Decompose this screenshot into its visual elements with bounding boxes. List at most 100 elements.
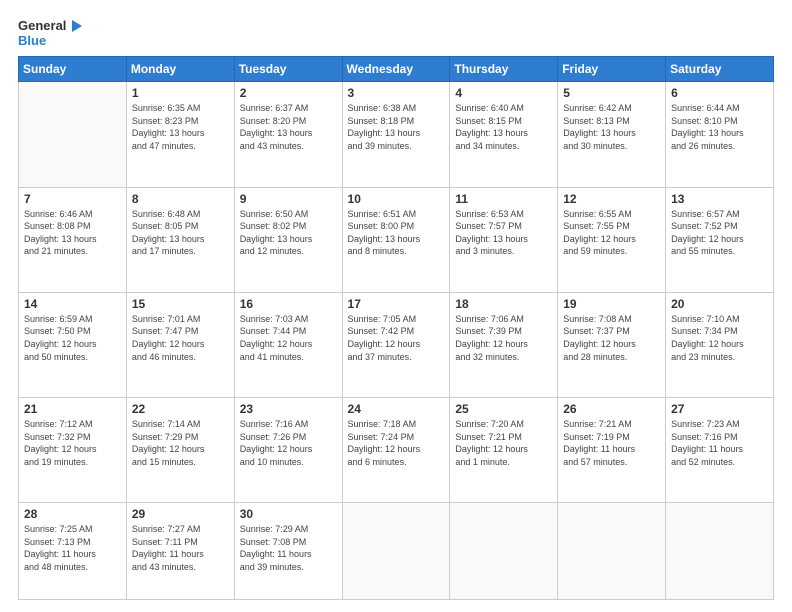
day-info: Sunrise: 6:35 AM Sunset: 8:23 PM Dayligh… (132, 102, 229, 152)
calendar-cell: 21 Sunrise: 7:12 AM Sunset: 7:32 PM Dayli… (19, 398, 127, 503)
day-number: 28 (24, 507, 121, 521)
day-info: Sunrise: 7:18 AM Sunset: 7:24 PM Dayligh… (348, 418, 445, 468)
weekday-header: Monday (126, 57, 234, 82)
logo-triangle-icon (68, 18, 84, 34)
calendar-cell: 18 Sunrise: 7:06 AM Sunset: 7:39 PM Dayli… (450, 292, 558, 397)
day-info: Sunrise: 7:25 AM Sunset: 7:13 PM Dayligh… (24, 523, 121, 573)
day-number: 14 (24, 297, 121, 311)
header: General Blue (18, 18, 774, 48)
day-number: 21 (24, 402, 121, 416)
calendar-cell: 16Sunrise: 7:03 AM Sunset: 7:44 PM Dayli… (234, 292, 342, 397)
calendar-cell: 9Sunrise: 6:50 AM Sunset: 8:02 PM Daylig… (234, 187, 342, 292)
calendar-cell: 12Sunrise: 6:55 AM Sunset: 7:55 PM Dayli… (558, 187, 666, 292)
day-info: Sunrise: 7:21 AM Sunset: 7:19 PM Dayligh… (563, 418, 660, 468)
day-number: 30 (240, 507, 337, 521)
calendar-cell: 27 Sunrise: 7:23 AM Sunset: 7:16 PM Dayli… (666, 398, 774, 503)
calendar-cell: 10 Sunrise: 6:51 AM Sunset: 8:00 PM Dayli… (342, 187, 450, 292)
logo: General Blue (18, 18, 84, 48)
calendar-cell (342, 503, 450, 600)
calendar-cell: 19 Sunrise: 7:08 AM Sunset: 7:37 PM Dayli… (558, 292, 666, 397)
weekday-header: Tuesday (234, 57, 342, 82)
day-number: 24 (348, 402, 445, 416)
day-info: Sunrise: 6:51 AM Sunset: 8:00 PM Dayligh… (348, 208, 445, 258)
day-number: 8 (132, 192, 229, 206)
weekday-header: Saturday (666, 57, 774, 82)
calendar-cell: 7Sunrise: 6:46 AM Sunset: 8:08 PM Daylig… (19, 187, 127, 292)
day-number: 23 (240, 402, 337, 416)
weekday-header: Friday (558, 57, 666, 82)
calendar-cell: 15 Sunrise: 7:01 AM Sunset: 7:47 PM Dayli… (126, 292, 234, 397)
day-info: Sunrise: 7:23 AM Sunset: 7:16 PM Dayligh… (671, 418, 768, 468)
day-info: Sunrise: 6:42 AM Sunset: 8:13 PM Dayligh… (563, 102, 660, 152)
day-info: Sunrise: 6:40 AM Sunset: 8:15 PM Dayligh… (455, 102, 552, 152)
day-info: Sunrise: 6:55 AM Sunset: 7:55 PM Dayligh… (563, 208, 660, 258)
calendar-cell: 25 Sunrise: 7:20 AM Sunset: 7:21 PM Dayli… (450, 398, 558, 503)
calendar-cell: 22 Sunrise: 7:14 AM Sunset: 7:29 PM Dayli… (126, 398, 234, 503)
day-info: Sunrise: 7:16 AM Sunset: 7:26 PM Dayligh… (240, 418, 337, 468)
calendar-cell: 26 Sunrise: 7:21 AM Sunset: 7:19 PM Dayli… (558, 398, 666, 503)
day-info: Sunrise: 6:53 AM Sunset: 7:57 PM Dayligh… (455, 208, 552, 258)
day-info: Sunrise: 6:44 AM Sunset: 8:10 PM Dayligh… (671, 102, 768, 152)
calendar-table: SundayMondayTuesdayWednesdayThursdayFrid… (18, 56, 774, 600)
day-number: 25 (455, 402, 552, 416)
day-number: 13 (671, 192, 768, 206)
calendar-cell: 11 Sunrise: 6:53 AM Sunset: 7:57 PM Dayli… (450, 187, 558, 292)
logo-general: General (18, 19, 66, 33)
day-number: 15 (132, 297, 229, 311)
day-info: Sunrise: 6:50 AM Sunset: 8:02 PM Dayligh… (240, 208, 337, 258)
calendar-cell: 30 Sunrise: 7:29 AM Sunset: 7:08 PM Dayli… (234, 503, 342, 600)
weekday-header: Thursday (450, 57, 558, 82)
day-number: 3 (348, 86, 445, 100)
day-number: 4 (455, 86, 552, 100)
calendar-cell: 2Sunrise: 6:37 AM Sunset: 8:20 PM Daylig… (234, 82, 342, 187)
day-info: Sunrise: 6:48 AM Sunset: 8:05 PM Dayligh… (132, 208, 229, 258)
day-number: 29 (132, 507, 229, 521)
day-info: Sunrise: 6:37 AM Sunset: 8:20 PM Dayligh… (240, 102, 337, 152)
day-info: Sunrise: 6:38 AM Sunset: 8:18 PM Dayligh… (348, 102, 445, 152)
calendar-cell: 29 Sunrise: 7:27 AM Sunset: 7:11 PM Dayli… (126, 503, 234, 600)
day-info: Sunrise: 7:29 AM Sunset: 7:08 PM Dayligh… (240, 523, 337, 573)
calendar-cell: 14 Sunrise: 6:59 AM Sunset: 7:50 PM Dayli… (19, 292, 127, 397)
calendar-cell (558, 503, 666, 600)
day-number: 17 (348, 297, 445, 311)
day-number: 6 (671, 86, 768, 100)
day-number: 18 (455, 297, 552, 311)
day-info: Sunrise: 7:05 AM Sunset: 7:42 PM Dayligh… (348, 313, 445, 363)
day-info: Sunrise: 6:59 AM Sunset: 7:50 PM Dayligh… (24, 313, 121, 363)
calendar-cell (19, 82, 127, 187)
page: General Blue SundayMondayTuesdayWednesda… (0, 0, 792, 612)
calendar-cell: 3 Sunrise: 6:38 AM Sunset: 8:18 PM Daylig… (342, 82, 450, 187)
day-info: Sunrise: 7:27 AM Sunset: 7:11 PM Dayligh… (132, 523, 229, 573)
calendar-cell (666, 503, 774, 600)
day-number: 20 (671, 297, 768, 311)
day-info: Sunrise: 7:20 AM Sunset: 7:21 PM Dayligh… (455, 418, 552, 468)
calendar-cell: 23 Sunrise: 7:16 AM Sunset: 7:26 PM Dayli… (234, 398, 342, 503)
day-info: Sunrise: 7:14 AM Sunset: 7:29 PM Dayligh… (132, 418, 229, 468)
logo-blue: Blue (18, 34, 46, 48)
day-number: 1 (132, 86, 229, 100)
day-info: Sunrise: 7:08 AM Sunset: 7:37 PM Dayligh… (563, 313, 660, 363)
day-info: Sunrise: 7:01 AM Sunset: 7:47 PM Dayligh… (132, 313, 229, 363)
day-number: 11 (455, 192, 552, 206)
day-number: 22 (132, 402, 229, 416)
calendar-cell: 6 Sunrise: 6:44 AM Sunset: 8:10 PM Daylig… (666, 82, 774, 187)
day-info: Sunrise: 6:57 AM Sunset: 7:52 PM Dayligh… (671, 208, 768, 258)
calendar-cell: 1 Sunrise: 6:35 AM Sunset: 8:23 PM Daylig… (126, 82, 234, 187)
calendar-cell: 17 Sunrise: 7:05 AM Sunset: 7:42 PM Dayli… (342, 292, 450, 397)
day-number: 5 (563, 86, 660, 100)
calendar-cell: 24 Sunrise: 7:18 AM Sunset: 7:24 PM Dayli… (342, 398, 450, 503)
calendar-cell: 8 Sunrise: 6:48 AM Sunset: 8:05 PM Daylig… (126, 187, 234, 292)
calendar-cell: 4 Sunrise: 6:40 AM Sunset: 8:15 PM Daylig… (450, 82, 558, 187)
day-number: 27 (671, 402, 768, 416)
weekday-header: Wednesday (342, 57, 450, 82)
day-number: 19 (563, 297, 660, 311)
day-info: Sunrise: 7:03 AM Sunset: 7:44 PM Dayligh… (240, 313, 337, 363)
day-number: 26 (563, 402, 660, 416)
calendar-cell: 13 Sunrise: 6:57 AM Sunset: 7:52 PM Dayli… (666, 187, 774, 292)
day-number: 10 (348, 192, 445, 206)
day-info: Sunrise: 7:12 AM Sunset: 7:32 PM Dayligh… (24, 418, 121, 468)
day-info: Sunrise: 7:06 AM Sunset: 7:39 PM Dayligh… (455, 313, 552, 363)
calendar-cell: 28 Sunrise: 7:25 AM Sunset: 7:13 PM Dayli… (19, 503, 127, 600)
calendar-cell (450, 503, 558, 600)
calendar-cell: 20Sunrise: 7:10 AM Sunset: 7:34 PM Dayli… (666, 292, 774, 397)
